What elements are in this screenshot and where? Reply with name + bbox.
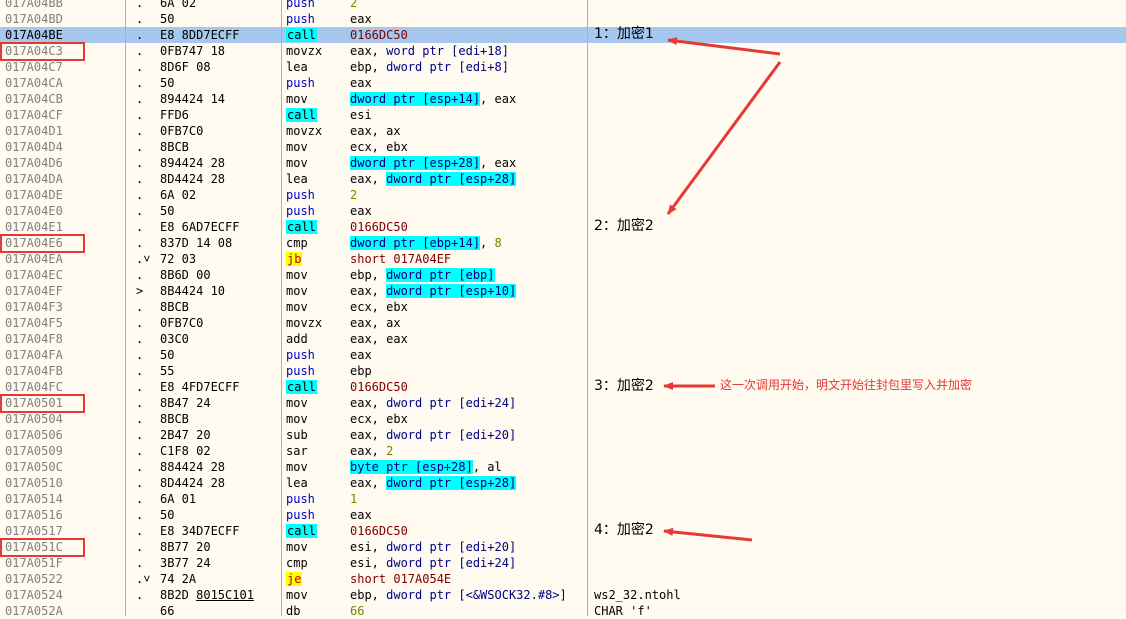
annotation-arrow [663, 527, 753, 542]
annotation-arrow [666, 61, 782, 215]
address-highlight-box [0, 394, 85, 413]
annotation-note: 这一次调用开始，明文开始往封包里写入并加密 [720, 378, 973, 392]
annotation-arrow [667, 37, 781, 56]
address-highlight-box [0, 234, 85, 253]
annotation-overlay [663, 37, 782, 542]
address-highlight-box [0, 42, 85, 61]
address-highlight-box [0, 538, 85, 557]
